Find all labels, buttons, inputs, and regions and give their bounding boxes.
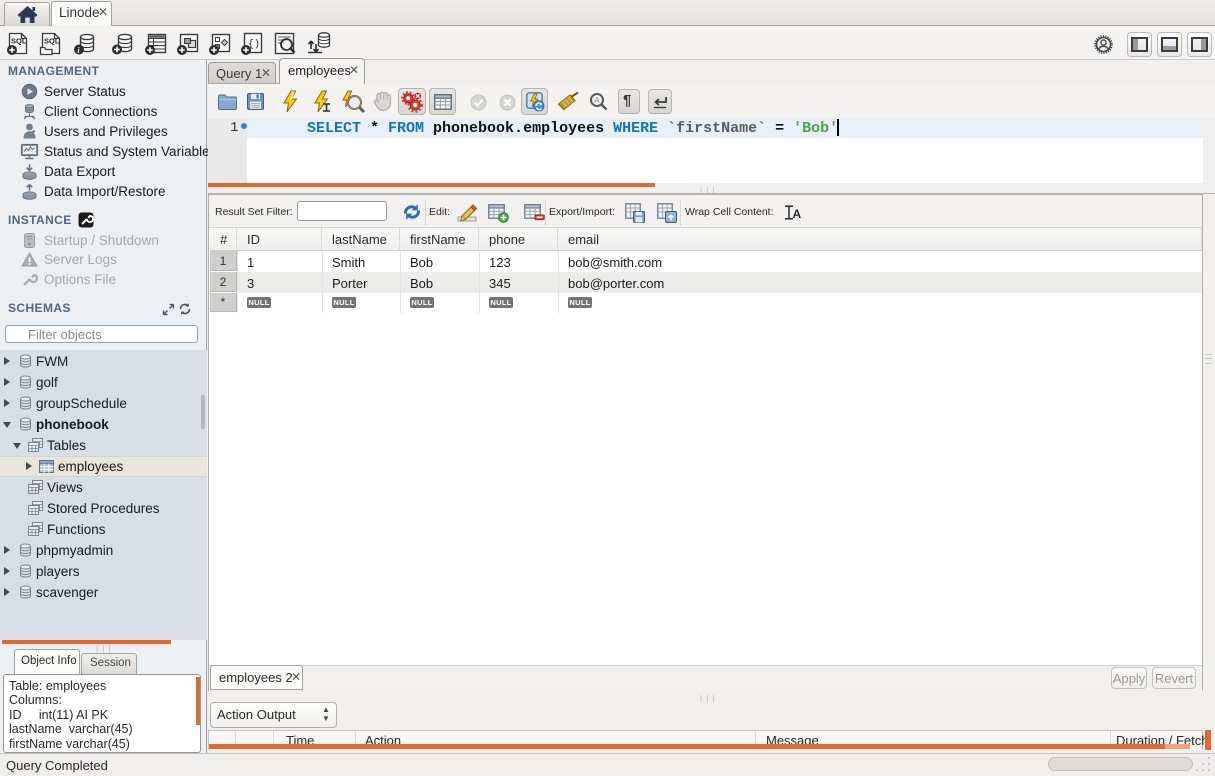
svg-text:SQL: SQL (44, 37, 60, 46)
svg-text:A: A (594, 96, 600, 105)
svg-text:A: A (793, 207, 802, 220)
svg-text:SQL: SQL (11, 37, 27, 46)
